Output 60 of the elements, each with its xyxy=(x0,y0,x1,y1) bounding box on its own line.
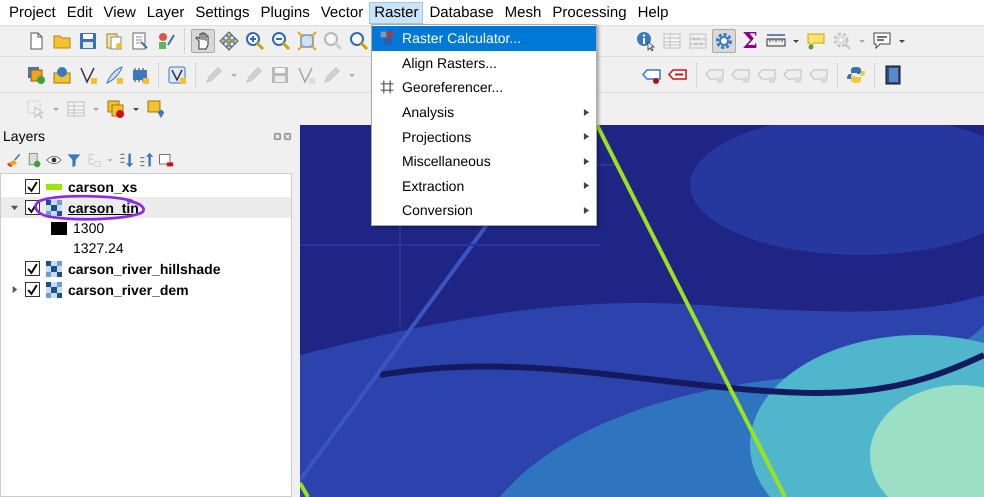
layer-row[interactable]: carson_river_hillshade xyxy=(1,258,291,279)
layer-row[interactable]: carson_river_dem xyxy=(1,279,291,300)
menu-entry-label: Raster Calculator... xyxy=(402,30,522,46)
zoom-out-icon[interactable] xyxy=(269,29,293,53)
menu-entry[interactable]: Miscellaneous xyxy=(372,148,596,174)
layer-name: carson_tin xyxy=(68,200,139,216)
menu-entry[interactable]: Conversion xyxy=(372,198,596,223)
close-icon[interactable] xyxy=(283,132,292,140)
settings-icon[interactable] xyxy=(712,29,736,53)
legend-label: 1300 xyxy=(73,220,104,236)
info-icon[interactable] xyxy=(634,29,658,53)
grid-icon xyxy=(379,79,395,96)
menu-entry-label: Align Rasters... xyxy=(402,54,498,71)
menu-entry-label: Projections xyxy=(402,128,472,145)
menu-item[interactable]: Settings xyxy=(190,2,255,24)
move-icon[interactable] xyxy=(217,29,241,53)
menu-item[interactable]: Raster xyxy=(369,2,424,24)
menu-item[interactable]: Vector xyxy=(316,2,368,24)
menu-entry-label: Georeferencer... xyxy=(402,79,504,96)
layer-name: carson_xs xyxy=(68,178,138,194)
menu-entry[interactable]: Align Rasters... xyxy=(372,50,596,76)
raster-layer-icon xyxy=(46,260,62,276)
menu-entry-label: Extraction xyxy=(402,178,466,194)
menu-entry-label: Miscellaneous xyxy=(402,153,492,170)
raster-layer-icon xyxy=(46,200,62,216)
checkbox[interactable] xyxy=(25,261,40,276)
menu-item[interactable]: Layer xyxy=(142,2,190,24)
raster-layer-icon xyxy=(46,282,62,298)
menu-item[interactable]: Edit xyxy=(62,2,98,24)
layer-row[interactable]: carson_xs xyxy=(1,176,291,197)
menu-entry[interactable]: Raster Calculator... xyxy=(372,26,596,51)
expand-arrow-icon[interactable] xyxy=(10,285,18,294)
menu-item[interactable]: View xyxy=(98,2,141,24)
legend-label: 1327.24 xyxy=(73,240,124,256)
menu-entry[interactable]: Projections xyxy=(372,124,596,149)
menu-entry-label: Analysis xyxy=(402,104,456,120)
menu-item[interactable]: Processing xyxy=(547,2,632,24)
hand-icon[interactable] xyxy=(191,29,215,53)
zoom-full-icon[interactable] xyxy=(295,29,319,53)
zoom-in-icon[interactable] xyxy=(243,29,267,53)
layer-name: carson_river_dem xyxy=(68,282,189,298)
menu-item[interactable]: Help xyxy=(632,2,674,24)
menu-item[interactable]: Database xyxy=(424,2,499,24)
layer-row[interactable]: carson_tin xyxy=(1,197,291,218)
checkbox[interactable] xyxy=(25,179,40,194)
sum-button[interactable]: Σ xyxy=(738,29,762,53)
menu-entry-label: Conversion xyxy=(402,202,474,218)
checkbox[interactable] xyxy=(25,282,40,297)
calculator-icon xyxy=(379,30,395,46)
menu-item[interactable]: Mesh xyxy=(500,2,546,24)
menu-item[interactable]: Plugins xyxy=(256,2,315,24)
menu-entry[interactable]: Georeferencer... xyxy=(372,75,596,100)
panel-title: Layers xyxy=(3,128,46,144)
menu-entry[interactable]: Extraction xyxy=(372,174,596,198)
menu-item[interactable]: Project xyxy=(4,2,61,24)
magnifier-icon[interactable] xyxy=(347,29,371,53)
layer-name: carson_river_hillshade xyxy=(68,260,221,276)
menu-entry[interactable]: Analysis xyxy=(372,100,596,124)
collapse-arrow-icon[interactable] xyxy=(10,203,18,212)
float-icon[interactable] xyxy=(273,132,282,140)
